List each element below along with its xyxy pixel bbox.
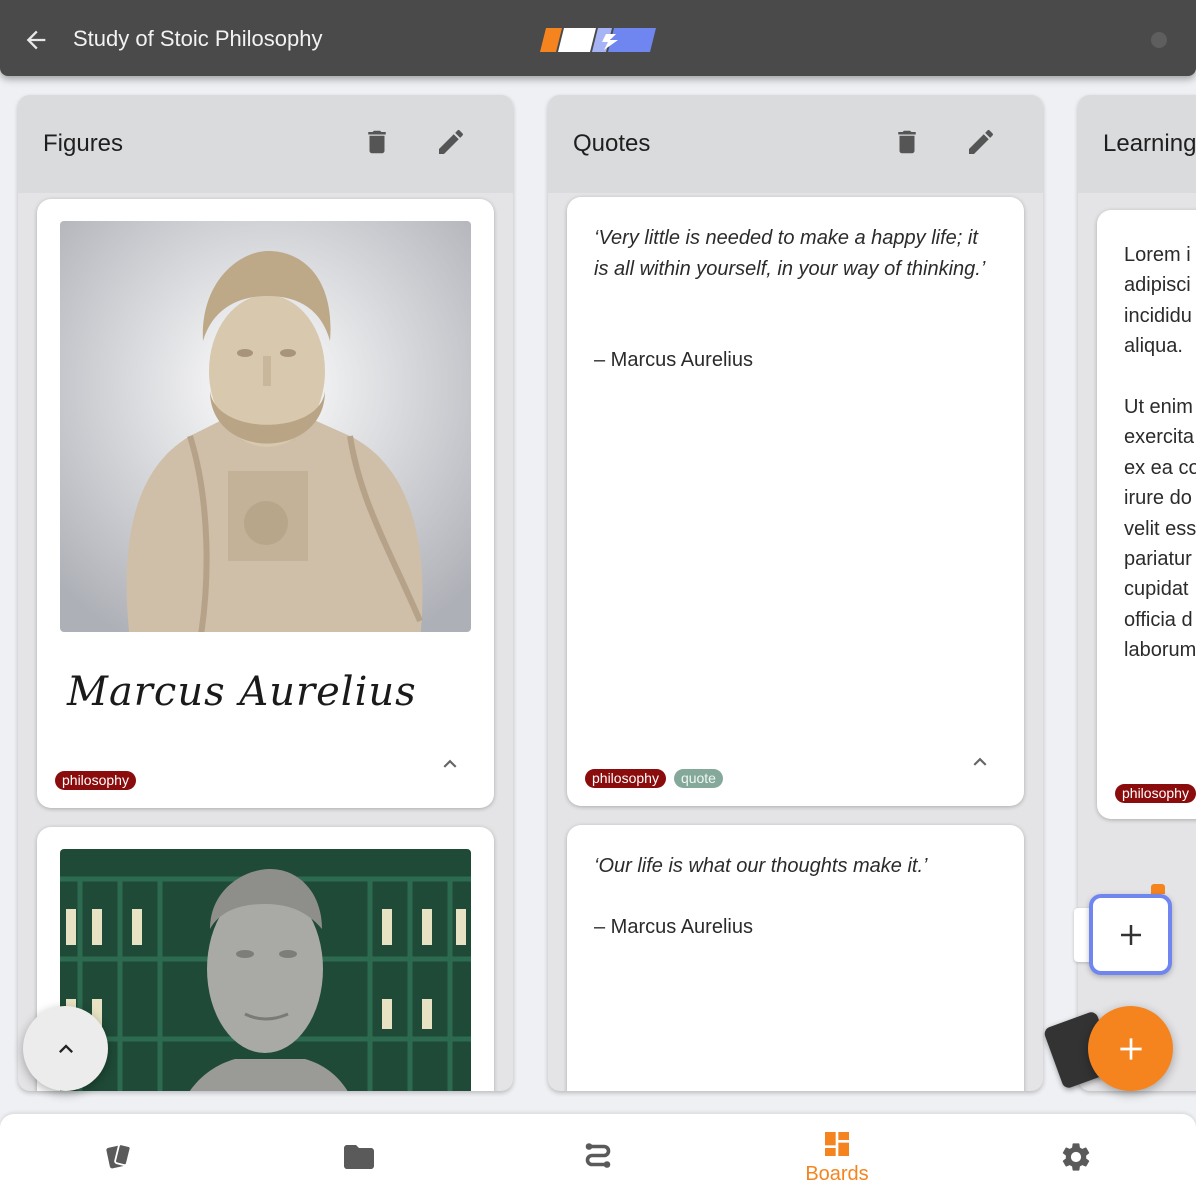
edit-column-button[interactable] bbox=[964, 125, 998, 159]
app-bar: Study of Stoic Philosophy bbox=[0, 0, 1196, 76]
app-logo bbox=[540, 28, 656, 52]
tag-list: philosophy bbox=[55, 771, 136, 790]
stone-bust-image bbox=[60, 849, 471, 1091]
figure-signature: Marcus Aurelius bbox=[67, 669, 417, 715]
plus-icon bbox=[1119, 1037, 1142, 1060]
chevron-up-icon[interactable] bbox=[967, 749, 993, 775]
trash-icon bbox=[368, 130, 386, 154]
quote-author: – Marcus Aurelius bbox=[594, 349, 753, 371]
cards-icon bbox=[106, 1143, 132, 1169]
nav-cards[interactable] bbox=[60, 1114, 180, 1200]
delete-column-button[interactable] bbox=[360, 125, 394, 159]
quote-card[interactable]: ‘Our life is what our thoughts make it.’… bbox=[567, 825, 1024, 1091]
note-card[interactable]: Lorem i adipisci incididu aliqua. Ut eni… bbox=[1097, 210, 1196, 819]
marble-bust-image bbox=[60, 221, 471, 632]
column-header: Figures bbox=[18, 95, 513, 193]
tag-philosophy[interactable]: philosophy bbox=[55, 771, 136, 790]
nav-routes[interactable] bbox=[538, 1114, 658, 1200]
nav-settings[interactable] bbox=[1016, 1114, 1136, 1200]
route-icon bbox=[585, 1143, 611, 1168]
column-header: Quotes bbox=[548, 95, 1043, 193]
note-text: Lorem i adipisci incididu aliqua. bbox=[1124, 244, 1192, 358]
figure-card[interactable]: Marcus Aurelius philosophy bbox=[37, 199, 494, 808]
tag-philosophy[interactable]: philosophy bbox=[585, 769, 666, 788]
trash-icon bbox=[898, 130, 916, 154]
quote-text: ‘Very little is needed to make a happy l… bbox=[594, 227, 986, 280]
drag-handle-accent bbox=[1151, 884, 1165, 894]
tag-quote[interactable]: quote bbox=[673, 769, 723, 788]
plus-icon bbox=[1120, 924, 1141, 945]
back-arrow-icon[interactable] bbox=[22, 26, 50, 54]
edit-column-button[interactable] bbox=[434, 125, 468, 159]
nav-folders[interactable] bbox=[299, 1114, 419, 1200]
board-title: Study of Stoic Philosophy bbox=[73, 26, 323, 51]
bottom-navigation: Boards bbox=[0, 1114, 1196, 1200]
pencil-icon bbox=[439, 129, 464, 154]
add-column-fab[interactable] bbox=[1088, 1006, 1173, 1091]
boards-icon bbox=[825, 1132, 849, 1156]
column-title: Quotes bbox=[573, 130, 651, 157]
column-header: Learning bbox=[1078, 95, 1196, 193]
column-title: Learning bbox=[1103, 130, 1196, 157]
quote-author: – Marcus Aurelius bbox=[594, 916, 753, 938]
chevron-up-icon[interactable] bbox=[437, 751, 463, 777]
folder-icon bbox=[344, 1145, 374, 1169]
delete-column-button[interactable] bbox=[890, 125, 924, 159]
settings-icon bbox=[1062, 1143, 1090, 1171]
column-quotes: Quotes ‘Very little is needed to make a … bbox=[548, 95, 1043, 1091]
status-indicator bbox=[1151, 32, 1167, 48]
tag-list: philosophy quote bbox=[585, 769, 723, 788]
tag-list: philosophy bbox=[1115, 784, 1196, 803]
quote-text: ‘Our life is what our thoughts make it.’ bbox=[594, 855, 928, 877]
nav-boards[interactable]: Boards bbox=[777, 1114, 897, 1200]
pencil-icon bbox=[969, 129, 994, 154]
add-card-button[interactable] bbox=[1089, 894, 1172, 975]
tag-philosophy[interactable]: philosophy bbox=[1115, 784, 1196, 803]
column-figures: Figures Marcus Aurelius philosophy bbox=[18, 95, 513, 1091]
scroll-to-top-button[interactable] bbox=[23, 1006, 108, 1091]
column-title: Figures bbox=[43, 130, 124, 157]
quote-card[interactable]: ‘Very little is needed to make a happy l… bbox=[567, 197, 1024, 806]
chevron-up-icon bbox=[58, 1043, 73, 1053]
nav-boards-label: Boards bbox=[805, 1163, 869, 1185]
note-text: Ut enim exercita ex ea co irure do velit… bbox=[1124, 396, 1196, 662]
